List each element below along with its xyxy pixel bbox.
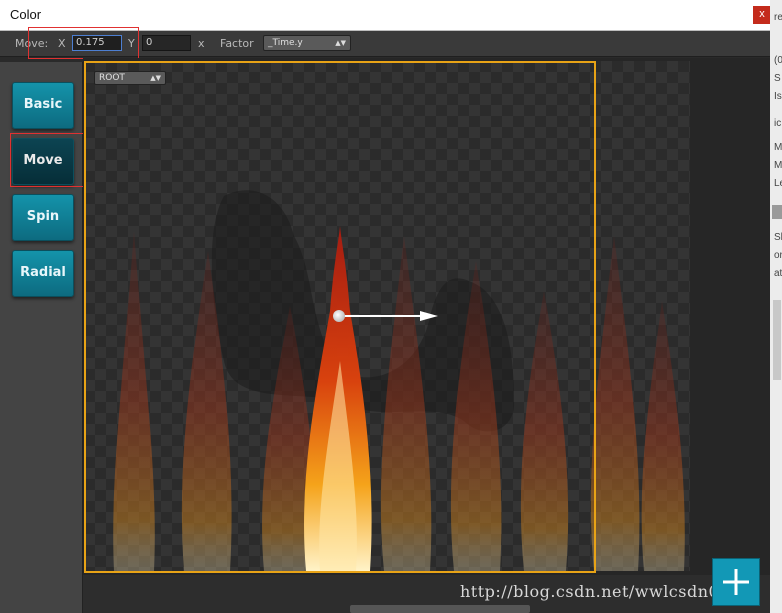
watermark-text: http://blog.csdn.net/wwlcsdn000 — [460, 582, 741, 601]
inspector-fragment: or — [774, 250, 782, 261]
inspector-fragment: at — [774, 268, 782, 279]
factor-select[interactable]: _Time.y ▲▼ — [263, 35, 351, 51]
root-select-value: ROOT — [99, 73, 125, 83]
mode-button-radial[interactable]: Radial — [12, 250, 74, 297]
flame-shape — [641, 301, 685, 571]
inspector-fragment: re — [774, 12, 782, 23]
close-icon: x — [759, 8, 765, 20]
select-arrows-icon: ▲▼ — [335, 39, 346, 47]
inspector-fragment: M — [774, 142, 782, 153]
inspector-button-edge[interactable] — [772, 205, 782, 219]
close-button[interactable]: x — [753, 6, 771, 24]
inspector-fragment: ic — [774, 118, 782, 129]
inspector-scrollbar[interactable] — [773, 300, 781, 380]
factor-select-value: _Time.y — [268, 38, 303, 48]
inspector-fragment: Le — [774, 178, 782, 189]
x-input-highlight — [28, 27, 139, 59]
inspector-fragment: Is — [774, 91, 782, 102]
flame-shape — [590, 236, 640, 571]
inspector-fragment: (0 — [774, 55, 782, 66]
inspector-fragment: Sh — [774, 232, 782, 243]
plus-icon — [723, 569, 749, 595]
x-suffix-label: x — [198, 37, 205, 50]
mode-button-basic[interactable]: Basic — [12, 82, 74, 129]
factor-label: Factor — [220, 37, 254, 50]
mode-button-spin[interactable]: Spin — [12, 194, 74, 241]
inspector-panel-edge: re (0 S Is ic M Ma Le Sh or at — [770, 0, 782, 613]
add-button[interactable] — [712, 558, 760, 606]
horizontal-scrollbar[interactable] — [350, 605, 530, 613]
inspector-fragment: S — [774, 73, 781, 84]
root-select[interactable]: ROOT ▲▼ — [94, 71, 166, 85]
window-title: Color — [10, 7, 42, 22]
texture-frame — [84, 61, 596, 573]
move-button-highlight — [10, 133, 87, 187]
select-arrows-icon: ▲▼ — [150, 74, 161, 82]
inspector-fragment: Ma — [774, 160, 782, 171]
move-y-input[interactable]: 0 — [142, 35, 191, 51]
